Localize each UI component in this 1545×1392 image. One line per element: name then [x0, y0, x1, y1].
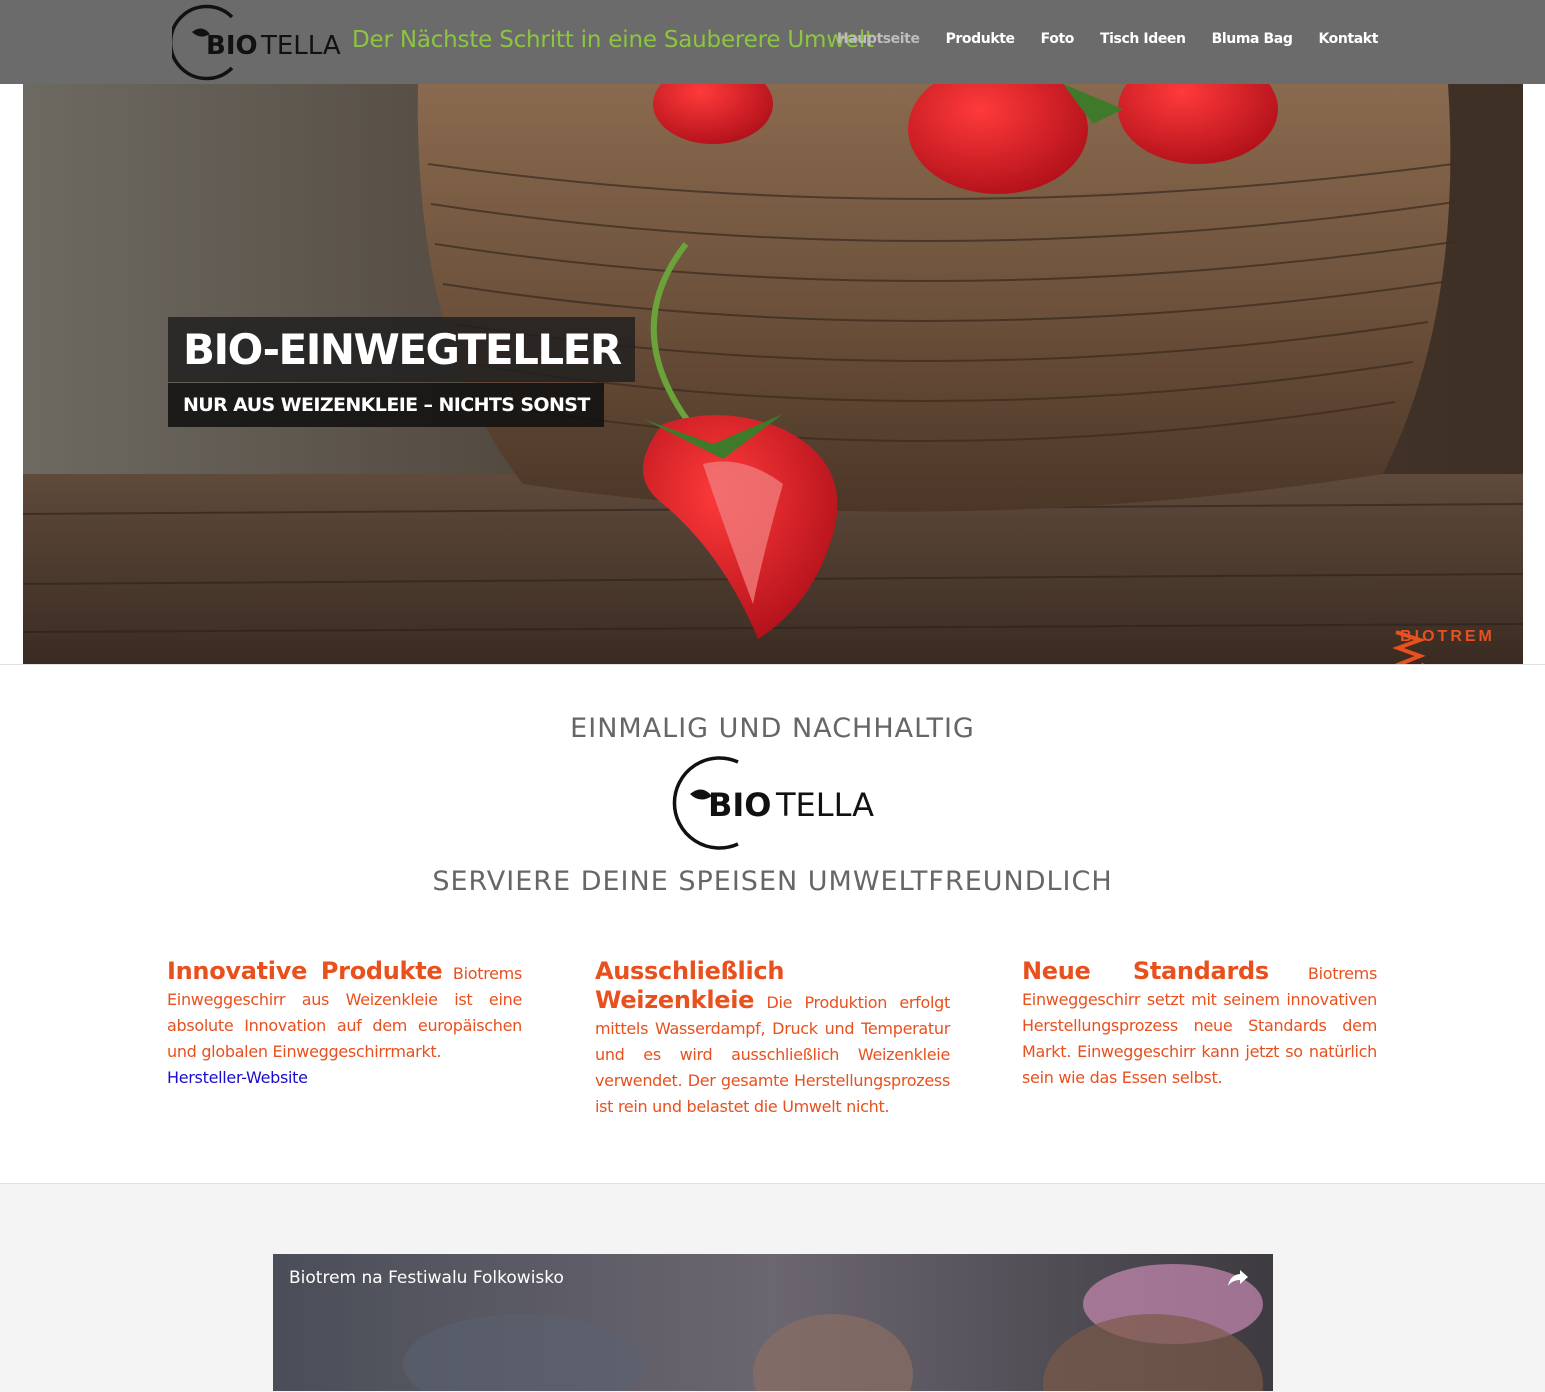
center-logo-tella: TELLA [775, 786, 874, 824]
video-title: Biotrem na Festiwalu Folkowisko [289, 1268, 564, 1288]
biotrem-mark-icon [1392, 630, 1427, 664]
feature-title: Innovative Produkte [167, 957, 443, 985]
feature-title: Ausschließlich Weizenkleie [595, 957, 785, 1014]
manufacturer-website-link[interactable]: Hersteller-Website [167, 1065, 522, 1091]
site-tagline: Der Nächste Schritt in eine Sauberere Um… [352, 27, 874, 53]
intro-subheading: SERVIERE DEINE SPEISEN UMWELTFREUNDLICH [432, 866, 1113, 897]
video-player[interactable]: Biotrem na Festiwalu Folkowisko [273, 1254, 1273, 1391]
feature-column-weizenkleie: Ausschließlich Weizenkleie Die Produktio… [595, 958, 950, 1120]
nav-item-hauptseite[interactable]: Hauptseite [837, 31, 920, 47]
header-logo-bio: BIO [206, 31, 258, 61]
nav-item-tisch-ideen[interactable]: Tisch Ideen [1100, 31, 1186, 47]
feature-title: Neue Standards [1022, 957, 1269, 985]
header-logo[interactable]: BIO TELLA [168, 2, 342, 82]
main-nav: Hauptseite Produkte Foto Tisch Ideen Blu… [811, 31, 1379, 47]
feature-column-standards: Neue Standards Biotrems Einweggeschirr s… [1022, 958, 1377, 1091]
feature-column-innovative: Innovative Produkte Biotrems Einweggesch… [167, 958, 522, 1091]
share-icon[interactable] [1227, 1268, 1249, 1288]
header-logo-tella: TELLA [260, 31, 341, 61]
hero-slider[interactable]: BIO-EINWEGTELLER NUR AUS WEIZENKLEIE – N… [23, 84, 1523, 664]
section-divider [0, 664, 1545, 665]
biotrem-logo: BIOTREM [1390, 628, 1505, 664]
center-logo: BIO TELLA [668, 752, 878, 852]
hero-subtitle: NUR AUS WEIZENKLEIE – NICHTS SONST [168, 383, 604, 427]
hero-caption: BIO-EINWEGTELLER NUR AUS WEIZENKLEIE – N… [168, 317, 635, 427]
nav-item-kontakt[interactable]: Kontakt [1318, 31, 1378, 47]
nav-item-bluma-bag[interactable]: Bluma Bag [1212, 31, 1293, 47]
site-header: BIO TELLA Der Nächste Schritt in eine Sa… [0, 0, 1545, 84]
nav-item-produkte[interactable]: Produkte [946, 31, 1015, 47]
intro-heading: EINMALIG UND NACHHALTIG [570, 713, 975, 744]
nav-item-foto[interactable]: Foto [1041, 31, 1075, 47]
center-logo-bio: BIO [708, 786, 772, 824]
hero-title: BIO-EINWEGTELLER [168, 317, 635, 382]
